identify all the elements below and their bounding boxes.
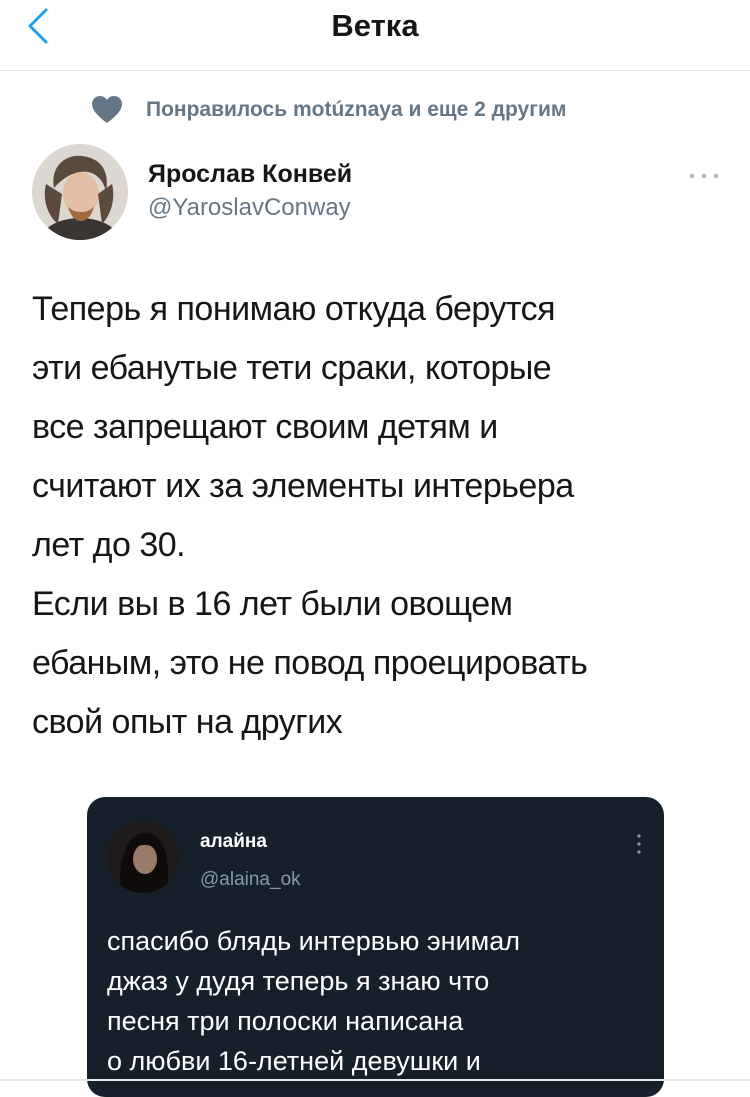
heart-icon	[92, 96, 122, 123]
social-context-text: Понравилось motúznaya и еще 2 другим	[146, 98, 567, 121]
tweet-text-line: эти ебанутые тети сраки, которые	[32, 349, 552, 387]
embedded-text-line: о любви 16-летней девушки и	[107, 1046, 481, 1076]
embedded-text-line: джаз у дудя теперь я знаю что	[107, 966, 490, 996]
tweet-text: Теперь я понимаю откуда берутся эти ебан…	[32, 280, 722, 752]
author-name[interactable]: Ярослав Конвей	[148, 160, 352, 189]
embedded-text-line: спасибо блядь интервью энимал	[107, 926, 521, 956]
tweet-text-line: свой опыт на других	[32, 703, 343, 741]
tweet-text-line: Если вы в 16 лет были овощем	[32, 585, 513, 623]
tweet-text-line: лет до 30.	[32, 526, 186, 564]
tweet-text-line: все запрещают своим детям и	[32, 408, 498, 446]
embedded-text-line: песня три полоски написана	[107, 1006, 464, 1036]
page-title: Ветка	[331, 8, 419, 43]
tweet-text-line: Теперь я понимаю откуда берутся	[32, 290, 556, 328]
embedded-avatar	[107, 821, 179, 893]
more-options-button[interactable]	[686, 166, 722, 186]
embedded-tweet-image[interactable]: алайна @alaina_ok спасибо блядь интервью…	[87, 797, 664, 1097]
tweet-text-line: считают их за элементы интерьера	[32, 467, 574, 505]
author-handle[interactable]: @YaroslavConway	[148, 194, 351, 222]
social-context[interactable]: Понравилось motúznaya и еще 2 другим	[92, 94, 566, 126]
tweet-author: Ярослав Конвей @YaroslavConway	[32, 144, 722, 244]
more-vertical-icon	[637, 834, 641, 854]
more-horizontal-icon	[689, 173, 719, 179]
avatar[interactable]	[32, 144, 128, 240]
tweet-text-line: ебаным, это не повод проецировать	[32, 644, 588, 682]
embedded-author-name: алайна	[200, 831, 267, 852]
embedded-tweet-text: спасибо блядь интервью энимал джаз у дуд…	[107, 921, 647, 1081]
embedded-author-handle: @alaina_ok	[200, 869, 301, 890]
navigation-header: Ветка	[0, 0, 750, 71]
